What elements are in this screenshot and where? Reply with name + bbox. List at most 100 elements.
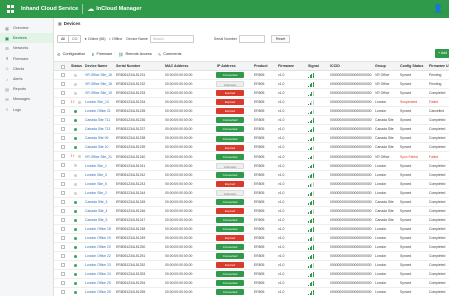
- table-row[interactable]: VR Office Site_16 ER8051234L51231 00:00:00…: [54, 71, 449, 81]
- table-row[interactable]: London Site_2 ER8051234L51244 00:00:00:00:…: [54, 189, 449, 198]
- add-device-button[interactable]: + Add: [435, 49, 449, 58]
- column-header-firmware[interactable]: Firmware: [278, 64, 294, 68]
- cell-name[interactable]: Canada Site_3: [85, 200, 107, 204]
- table-row[interactable]: London Office 24 ER8051234L51253 00:00:00:…: [54, 270, 449, 280]
- user-icon[interactable]: 👤: [433, 4, 443, 13]
- column-header-device-name[interactable]: Device Name: [85, 64, 107, 68]
- remote-access-action[interactable]: ⛓ Remote Access: [118, 52, 151, 57]
- table-row[interactable]: London Office 25 ER8051234L51254 00:00:00:…: [54, 279, 449, 289]
- column-header-status[interactable]: Status: [71, 64, 82, 68]
- configuration-action[interactable]: ⚙ Configuration: [57, 52, 85, 57]
- cell-name[interactable]: VR Office Site_21: [85, 155, 112, 159]
- cell-name[interactable]: VR Office Site_18: [85, 82, 112, 86]
- table-row[interactable]: VR Office Site_19 ER8051234L51233 00:00:00…: [54, 89, 449, 99]
- row-checkbox[interactable]: [61, 145, 65, 150]
- table-row[interactable]: VR Office Site_18 ER8051234L51232 00:00:00…: [54, 80, 449, 90]
- cell-name[interactable]: London Office 25: [85, 281, 111, 285]
- cell-name[interactable]: VR Office Site_16: [85, 73, 112, 77]
- table-row[interactable]: London Office 19 ER8051234L51249 00:00:00:…: [54, 234, 449, 243]
- column-header-ip-address[interactable]: IP Address: [217, 64, 236, 68]
- row-checkbox[interactable]: [61, 136, 65, 141]
- segment-all[interactable]: All: [58, 35, 69, 42]
- table-row[interactable]: London Site_5 ER8051234L51243 00:00:00:00:…: [54, 180, 449, 189]
- cell-name[interactable]: Canada Site 09: [85, 136, 108, 140]
- column-header-group[interactable]: Group: [375, 64, 386, 68]
- cell-name[interactable]: Canada Site 713: [85, 127, 110, 131]
- cell-name[interactable]: Canada Site 711: [85, 118, 110, 122]
- cell-name[interactable]: London Site_3: [85, 173, 107, 177]
- table-row[interactable]: London Office 26 ER8051234L51255 00:00:00:…: [54, 288, 449, 296]
- sidebar-item-clients[interactable]: ☺ Clients: [0, 64, 53, 74]
- table-row[interactable]: Canada Site 10 ER8051234L51239 00:00:00:00…: [54, 143, 449, 153]
- table-row[interactable]: London Site_1 ER8051234L51241 00:00:00:00:…: [54, 161, 449, 171]
- row-checkbox[interactable]: [61, 235, 65, 240]
- row-checkbox[interactable]: [61, 272, 65, 277]
- row-checkbox[interactable]: [61, 91, 65, 96]
- row-checkbox[interactable]: [61, 172, 65, 177]
- cell-name[interactable]: London Site_5: [85, 182, 107, 186]
- row-checkbox[interactable]: [61, 244, 65, 249]
- row-checkbox[interactable]: [61, 290, 65, 295]
- cell-name[interactable]: London Office 24: [85, 272, 111, 276]
- row-checkbox[interactable]: [61, 262, 65, 267]
- table-row[interactable]: ! ! VR Office Site_21 ER8051234L51240 00:00…: [54, 152, 449, 162]
- row-checkbox[interactable]: [61, 163, 65, 168]
- cell-name[interactable]: London Office 26: [85, 290, 111, 294]
- sidebar-item-reports[interactable]: ▤ Reports: [0, 84, 53, 94]
- row-checkbox[interactable]: [61, 253, 65, 258]
- row-checkbox[interactable]: [61, 281, 65, 286]
- sidebar-item-firmware[interactable]: ⬆ Firmware: [0, 54, 53, 64]
- row-checkbox[interactable]: [61, 127, 65, 132]
- table-row[interactable]: London Office 23 ER8051234L51252 00:00:00:…: [54, 261, 449, 271]
- serial-number-input[interactable]: [238, 34, 265, 43]
- row-checkbox[interactable]: [61, 154, 65, 159]
- column-header-iccid[interactable]: ICCID: [330, 64, 340, 68]
- table-row[interactable]: Canada Site 713 ER8051234L51237 00:00:00:0…: [54, 125, 449, 135]
- table-row[interactable]: Canada Site_4 ER8051234L51246 00:00:00:00:…: [54, 207, 449, 216]
- column-header-product[interactable]: Product: [254, 64, 268, 68]
- cell-name[interactable]: VR Office Site_19: [85, 91, 112, 95]
- row-checkbox[interactable]: [61, 82, 65, 87]
- table-row[interactable]: Canada Site 09 ER8051234L51238 00:00:00:00…: [54, 134, 449, 144]
- cell-name[interactable]: London Office 18: [85, 227, 111, 231]
- cell-name[interactable]: London Office 22: [85, 254, 111, 258]
- cell-name[interactable]: Canada Site 10: [85, 145, 108, 149]
- row-checkbox[interactable]: [61, 181, 65, 186]
- table-row[interactable]: ! ! London Site_13 ER8051234L51234 00:00:00…: [54, 98, 449, 108]
- reset-button[interactable]: Reset: [270, 34, 291, 43]
- table-row[interactable]: London Office 20 ER8051234L51250 00:00:00:…: [54, 243, 449, 252]
- row-checkbox[interactable]: [61, 100, 65, 105]
- sidebar-item-overview[interactable]: ▦ Overview: [0, 23, 53, 33]
- column-header-config-status[interactable]: Config Status: [400, 64, 423, 68]
- cell-name[interactable]: Canada Site_4: [85, 209, 107, 213]
- segment-co[interactable]: CO: [69, 36, 80, 42]
- row-checkbox[interactable]: [61, 118, 65, 123]
- cell-name[interactable]: London Office 20: [85, 245, 111, 249]
- table-row[interactable]: Canada Site 711 ER8051234L51236 00:00:00:0…: [54, 116, 449, 126]
- cell-name[interactable]: London Site_1: [85, 164, 107, 168]
- apps-grid-icon[interactable]: [7, 4, 16, 14]
- sidebar-item-devices[interactable]: ▣ Devices: [0, 33, 53, 44]
- cell-name[interactable]: London Site_13: [85, 100, 109, 104]
- device-name-input[interactable]: Search: [149, 34, 194, 43]
- offline-filter[interactable]: Offline: [112, 37, 122, 41]
- firmware-action[interactable]: ⬆ Firmware: [91, 52, 112, 57]
- column-header-serial-number[interactable]: Serial Number: [116, 64, 140, 68]
- table-row[interactable]: London Site_3 ER8051234L51242 00:00:00:00:…: [54, 171, 449, 180]
- cell-name[interactable]: London Office 23: [85, 263, 111, 267]
- row-checkbox[interactable]: [61, 199, 65, 204]
- sidebar-item-messages[interactable]: ✉ Messages: [0, 94, 53, 104]
- column-header-mac-address[interactable]: MAC Address: [165, 64, 188, 68]
- cell-name[interactable]: Canada Site_5: [85, 218, 107, 222]
- column-header-firmware-u[interactable]: Firmware U: [429, 64, 449, 68]
- row-checkbox[interactable]: [61, 217, 65, 222]
- column-header-signal[interactable]: Signal: [308, 64, 319, 68]
- table-row[interactable]: London Office 22 ER8051234L51251 00:00:00:…: [54, 252, 449, 261]
- sidebar-item-alerts[interactable]: ♪ Alerts: [0, 74, 53, 84]
- cell-name[interactable]: London Office 19: [85, 236, 111, 240]
- online-filter[interactable]: Online (88): [88, 37, 106, 41]
- row-checkbox[interactable]: [61, 73, 65, 77]
- table-row[interactable]: London Office 18 ER8051234L51248 00:00:00:…: [54, 225, 449, 234]
- cell-name[interactable]: London Office 21: [85, 109, 111, 113]
- comments-action[interactable]: ✎ Comments: [158, 52, 182, 57]
